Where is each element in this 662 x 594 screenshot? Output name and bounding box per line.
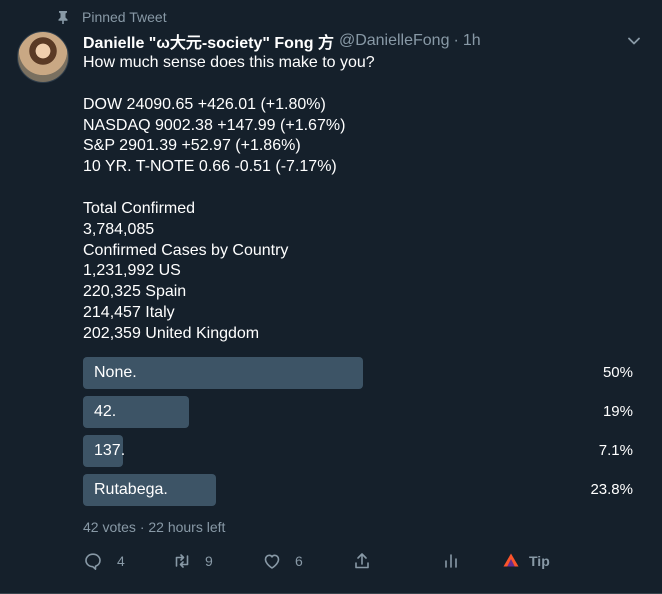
poll-option-label: Rutabega. [94, 481, 168, 498]
tweet-card[interactable]: Pinned Tweet Danielle "ω大元-society" Fong… [0, 0, 662, 594]
text-line: S&P 2901.39 +52.97 (+1.86%) [83, 137, 301, 155]
author-name[interactable]: Danielle "ω大元-society" Fong 方 [83, 29, 334, 53]
brave-tip-icon [503, 553, 519, 567]
share-icon [355, 553, 369, 569]
poll-option-none: None. 50% [83, 357, 633, 389]
retweet-count: 9 [205, 553, 213, 569]
reply-count: 4 [117, 553, 125, 569]
poll-option-percent: 19% [602, 403, 633, 420]
text-line [83, 74, 623, 95]
tweet-time[interactable]: 1h [463, 32, 481, 50]
poll-option-rutabega: Rutabega. 23.8% [83, 474, 633, 506]
text-line: NASDAQ 9002.38 +147.99 (+1.67%) [83, 116, 346, 134]
heart-icon [264, 554, 280, 569]
poll-option-percent: 50% [602, 364, 633, 381]
poll-option-137: 137. 7.1% [83, 435, 633, 467]
text-line [83, 178, 623, 199]
reply-button[interactable]: 4 [83, 549, 125, 573]
poll-option-label: None. [94, 364, 137, 381]
text-line: 214,457 Italy [83, 304, 175, 322]
pinned-indicator: Pinned Tweet [56, 8, 167, 26]
poll-option-percent: 7.1% [598, 442, 633, 459]
tip-button[interactable]: Tip [501, 549, 550, 573]
text-line: How much sense does this make to you? [83, 54, 375, 71]
text-line: 3,784,085 [83, 220, 155, 238]
analytics-button[interactable] [441, 549, 461, 573]
text-line: DOW 24090.65 +426.01 (+1.80%) [83, 95, 326, 113]
text-line: 202,359 United Kingdom [83, 324, 260, 342]
like-button[interactable]: 6 [262, 549, 303, 573]
like-count: 6 [295, 553, 303, 569]
text-line: Confirmed Cases by Country [83, 241, 289, 259]
chevron-down-icon[interactable] [627, 34, 641, 48]
text-line: 1,231,992 US [83, 262, 181, 280]
avatar[interactable] [17, 31, 69, 83]
tweet-actions: 4 9 6 Tip [83, 549, 563, 573]
poll-option-42: 42. 19% [83, 396, 633, 428]
share-button[interactable] [352, 549, 372, 573]
pin-icon [56, 10, 70, 24]
author-handle[interactable]: @DanielleFong [339, 32, 450, 50]
tweet-text: How much sense does this make to you? DO… [83, 53, 623, 345]
poll-option-label: 137. [94, 442, 126, 459]
poll-meta: 42 votes · 22 hours left [83, 519, 226, 535]
tip-label: Tip [529, 553, 550, 569]
poll-option-percent: 23.8% [590, 481, 633, 498]
reply-icon [85, 553, 101, 570]
poll-option-label: 42. [94, 403, 117, 420]
pinned-label: Pinned Tweet [82, 9, 167, 25]
separator: · [453, 32, 459, 49]
text-line: 10 YR. T-NOTE 0.66 -0.51 (-7.17%) [83, 158, 337, 176]
poll: None. 50% 42. 19% 137. 7.1% Rutabega. 23… [83, 357, 633, 513]
text-line: Total Confirmed [83, 199, 196, 217]
retweet-button[interactable]: 9 [172, 549, 213, 573]
tweet-header: Danielle "ω大元-society" Fong 方 @DanielleF… [83, 30, 642, 52]
text-line: 220,325 Spain [83, 283, 187, 301]
retweet-icon [175, 554, 189, 568]
analytics-icon [445, 554, 457, 568]
